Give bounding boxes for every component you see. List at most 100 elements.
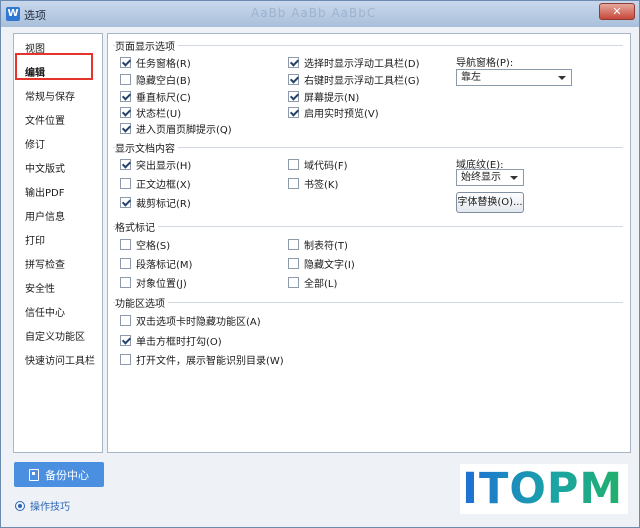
group-divider (113, 45, 623, 46)
checkbox-box[interactable] (288, 106, 299, 118)
checkbox-hidden-text[interactable]: 隐藏文字(I) (288, 255, 355, 271)
sidebar-item-quick-access[interactable]: 快速访问工具栏 (14, 350, 102, 374)
checkbox-crop-marks[interactable]: 裁剪标记(R) (120, 194, 191, 210)
close-button[interactable]: ✕ (599, 3, 635, 20)
checkbox-field-codes[interactable]: 域代码(F) (288, 156, 348, 172)
checkbox-box[interactable] (288, 56, 299, 68)
checkbox-box[interactable] (120, 73, 131, 85)
sidebar-item-security[interactable]: 安全性 (14, 278, 102, 302)
font-replace-button[interactable]: 字体替换(O)... (456, 192, 524, 213)
sidebar: 视图 编辑 常规与保存 文件位置 修订 中文版式 输出PDF 用户信息 打印 拼… (13, 33, 103, 453)
checkbox-label: 单击方框时打勾(O) (136, 336, 222, 348)
checkbox-object-anchors[interactable]: 对象位置(J) (120, 274, 187, 290)
checkbox-label: 域代码(F) (304, 160, 348, 172)
checkbox-float-toolbar-rightclick[interactable]: 右键时显示浮动工具栏(G) (288, 71, 420, 87)
sidebar-item-general-save[interactable]: 常规与保存 (14, 86, 102, 110)
sidebar-item-chinese-layout[interactable]: 中文版式 (14, 158, 102, 182)
operation-tips-link[interactable]: 操作技巧 (15, 498, 70, 513)
checkbox-box[interactable] (288, 158, 299, 170)
checkbox-box[interactable] (120, 314, 131, 326)
checkbox-header-footer-hint[interactable]: 进入页眉页脚提示(Q) (120, 120, 232, 136)
checkbox-label: 对象位置(J) (136, 278, 187, 290)
sidebar-item-revision[interactable]: 修订 (14, 134, 102, 158)
checkbox-label: 打开文件，展示智能识别目录(W) (136, 355, 284, 367)
checkbox-task-pane[interactable]: 任务窗格(R) (120, 54, 191, 70)
sidebar-item-file-location[interactable]: 文件位置 (14, 110, 102, 134)
checkbox-label: 状态栏(U) (136, 108, 182, 120)
checkbox-label: 隐藏空白(B) (136, 75, 191, 87)
checkbox-float-toolbar-select[interactable]: 选择时显示浮动工具栏(D) (288, 54, 420, 70)
group-divider (113, 147, 623, 148)
checkbox-box[interactable] (120, 106, 131, 118)
field-shading-dropdown[interactable]: 始终显示 (456, 169, 524, 186)
checkbox-bookmarks[interactable]: 书签(K) (288, 175, 338, 191)
checkbox-screen-tips[interactable]: 屏幕提示(N) (288, 88, 359, 104)
chevron-down-icon (510, 176, 518, 180)
checkbox-label: 段落标记(M) (136, 259, 193, 271)
checkbox-text-boundaries[interactable]: 正文边框(X) (120, 175, 191, 191)
group-title-format-marks: 格式标记 (115, 219, 158, 234)
checkbox-smart-toc[interactable]: 打开文件，展示智能识别目录(W) (120, 351, 284, 367)
checkbox-label: 双击选项卡时隐藏功能区(A) (136, 316, 261, 328)
checkbox-live-preview[interactable]: 启用实时预览(V) (288, 104, 379, 120)
nav-pane-label: 导航窗格(P): (456, 58, 514, 69)
checkbox-label: 制表符(T) (304, 240, 348, 252)
checkbox-box[interactable] (120, 196, 131, 208)
checkbox-box[interactable] (120, 177, 131, 189)
checkbox-box[interactable] (120, 353, 131, 365)
checkbox-click-box-check[interactable]: 单击方框时打勾(O) (120, 332, 222, 348)
watermark-text: ITOPM (462, 464, 624, 514)
checkbox-box[interactable] (120, 56, 131, 68)
checkbox-label: 正文边框(X) (136, 179, 191, 191)
dialog-title: 选项 (24, 9, 46, 22)
checkbox-label: 任务窗格(R) (136, 58, 191, 70)
checkbox-tabs[interactable]: 制表符(T) (288, 236, 348, 252)
group-title-feature-options: 功能区选项 (115, 295, 168, 310)
checkbox-box[interactable] (288, 177, 299, 189)
checkbox-box[interactable] (120, 90, 131, 102)
checkbox-spaces[interactable]: 空格(S) (120, 236, 170, 252)
checkbox-box[interactable] (120, 257, 131, 269)
chevron-down-icon (558, 76, 566, 80)
sidebar-item-custom-ribbon[interactable]: 自定义功能区 (14, 326, 102, 350)
checkbox-label: 选择时显示浮动工具栏(D) (304, 58, 420, 70)
checkbox-highlight[interactable]: 突出显示(H) (120, 156, 191, 172)
watermark-logo: ITOPM (460, 464, 628, 514)
title-bar[interactable]: W 选项 AaBb AaBb AaBbC ✕ (1, 1, 639, 27)
sidebar-item-user-info[interactable]: 用户信息 (14, 206, 102, 230)
sidebar-item-trust-center[interactable]: 信任中心 (14, 302, 102, 326)
checkbox-label: 突出显示(H) (136, 160, 192, 172)
backup-center-button[interactable]: 备份中心 (14, 462, 104, 487)
app-icon: W (6, 7, 20, 21)
sidebar-item-output-pdf[interactable]: 输出PDF (14, 182, 102, 206)
checkbox-label: 进入页眉页脚提示(Q) (136, 124, 232, 136)
checkbox-hide-blank[interactable]: 隐藏空白(B) (120, 71, 191, 87)
checkbox-paragraph-marks[interactable]: 段落标记(M) (120, 255, 192, 271)
checkbox-box[interactable] (120, 334, 131, 346)
checkbox-box[interactable] (120, 238, 131, 250)
checkbox-vertical-ruler[interactable]: 垂直标尺(C) (120, 88, 191, 104)
checkbox-box[interactable] (120, 158, 131, 170)
title-background-ghost: AaBb AaBb AaBbC (251, 6, 377, 20)
checkbox-box[interactable] (288, 238, 299, 250)
checkbox-label: 隐藏文字(I) (304, 259, 355, 271)
options-dialog: W 选项 AaBb AaBb AaBbC ✕ 视图 编辑 常规与保存 文件位置 … (0, 0, 640, 528)
checkbox-box[interactable] (288, 257, 299, 269)
checkbox-box[interactable] (288, 276, 299, 288)
backup-center-label: 备份中心 (45, 468, 89, 482)
sidebar-item-print[interactable]: 打印 (14, 230, 102, 254)
checkbox-all-marks[interactable]: 全部(L) (288, 274, 337, 290)
checkbox-box[interactable] (288, 90, 299, 102)
sidebar-item-spell-check[interactable]: 拼写检查 (14, 254, 102, 278)
checkbox-box[interactable] (120, 122, 131, 134)
group-title-page-display: 页面显示选项 (115, 38, 178, 53)
checkbox-label: 垂直标尺(C) (136, 92, 191, 104)
checkbox-box[interactable] (120, 276, 131, 288)
checkbox-box[interactable] (288, 73, 299, 85)
checkbox-dblclick-hide-ribbon[interactable]: 双击选项卡时隐藏功能区(A) (120, 312, 261, 328)
edit-settings-panel: 页面显示选项 任务窗格(R) 隐藏空白(B) 垂直标尺(C) 状态栏(U) 进入… (107, 33, 631, 453)
selection-highlight-box (15, 53, 93, 80)
nav-pane-dropdown[interactable]: 靠左 (456, 69, 572, 86)
dropdown-value: 靠左 (461, 72, 481, 83)
checkbox-status-bar[interactable]: 状态栏(U) (120, 104, 181, 120)
